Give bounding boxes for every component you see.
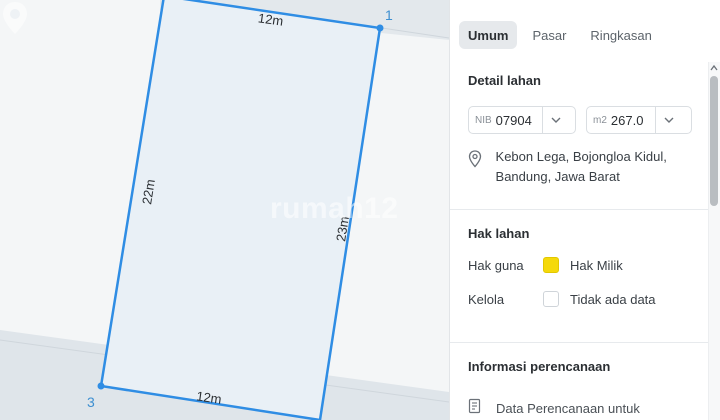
info-section: Informasi perencanaan Data Perencanaan u…	[450, 343, 720, 420]
watermark-pin-icon	[3, 2, 27, 34]
kelola-row: Kelola Tidak ada data	[468, 291, 702, 307]
kelola-value: Tidak ada data	[570, 291, 656, 307]
watermark-text: rumah12	[270, 192, 399, 225]
address: Kebon Lega, Bojongloa Kidul, Bandung, Ja…	[468, 147, 702, 187]
nib-select[interactable]: NIB 07904	[468, 106, 576, 134]
vertex-3-marker[interactable]	[97, 382, 105, 390]
planning-data-label: Data Perencanaan untuk	[496, 400, 640, 416]
chevron-down-icon[interactable]	[654, 107, 683, 133]
kelola-label: Kelola	[468, 291, 505, 307]
hak-section: Hak lahan Hak guna Hak Milik Kelola Tida…	[450, 210, 720, 343]
nib-value: 07904	[495, 112, 532, 128]
chevron-up-icon[interactable]	[710, 64, 718, 72]
scrollbar-thumb[interactable]	[710, 76, 718, 206]
document-icon	[468, 398, 496, 418]
tab-bar: Umum Pasar Ringkasan	[450, 0, 720, 64]
hak-guna-label: Hak guna	[468, 257, 524, 273]
hak-guna-value: Hak Milik	[570, 257, 623, 273]
location-pin-icon	[468, 147, 496, 187]
vertex-1-marker[interactable]	[376, 24, 384, 32]
vertex-label-1: 1	[385, 7, 393, 23]
map-view[interactable]: 12m 22m 23m 12m 1 3 rumah12	[0, 0, 449, 420]
area-select[interactable]: m2 267.0	[586, 106, 692, 134]
hak-title: Hak lahan	[468, 226, 530, 241]
address-line-2: Bandung, Jawa Barat	[495, 169, 620, 184]
tab-ringkasan[interactable]: Ringkasan	[581, 21, 660, 49]
detail-title: Detail lahan	[468, 73, 541, 88]
kelola-swatch	[543, 291, 559, 307]
detail-section: Detail lahan NIB 07904 m2 267.0 Kebon Le…	[450, 64, 720, 210]
area-value: 267.0	[610, 112, 644, 128]
area-prefix: m2	[593, 114, 607, 126]
vertex-label-3: 3	[87, 394, 95, 410]
nib-prefix: NIB	[475, 114, 492, 126]
tab-umum[interactable]: Umum	[459, 21, 518, 49]
address-line-1: Kebon Lega, Bojongloa Kidul,	[495, 149, 667, 164]
planning-data-link[interactable]: Data Perencanaan untuk	[468, 398, 702, 418]
hak-milik-swatch	[543, 257, 559, 273]
hak-guna-row: Hak guna Hak Milik	[468, 257, 702, 273]
info-title: Informasi perencanaan	[468, 359, 611, 374]
tab-pasar[interactable]: Pasar	[523, 21, 575, 49]
side-panel: Umum Pasar Ringkasan Detail lahan NIB 07…	[449, 0, 720, 420]
chevron-down-icon[interactable]	[541, 107, 570, 133]
